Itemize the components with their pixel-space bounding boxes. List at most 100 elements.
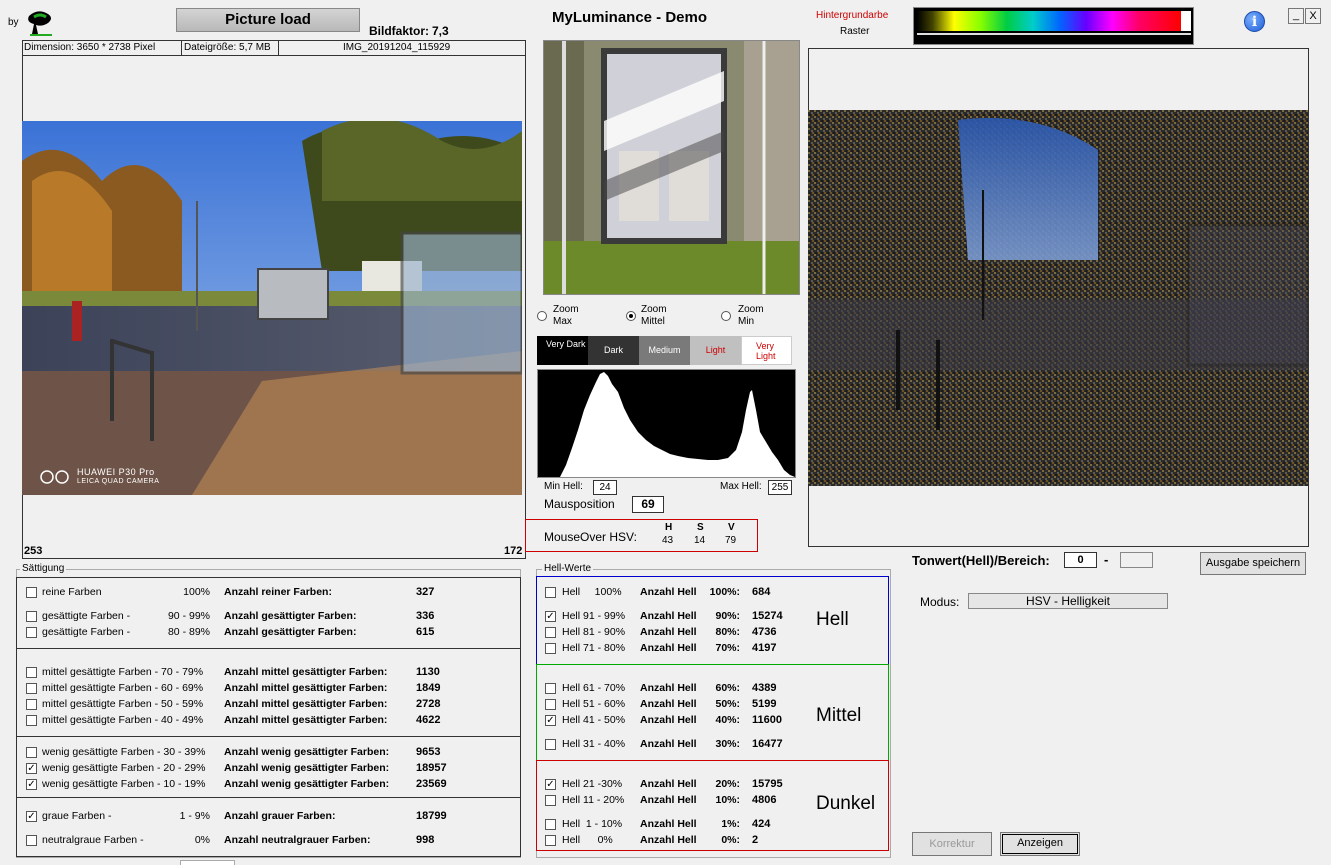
tone-medium[interactable]: Medium (639, 336, 690, 365)
filename-label: IMG_20191204_115929 (343, 42, 451, 53)
tonwert-dash: - (1104, 552, 1109, 567)
saettigung-row-count: 336 (416, 610, 435, 622)
saett-section-4 (16, 797, 521, 857)
status-tab[interactable] (180, 860, 235, 865)
hell-checkbox[interactable] (545, 835, 556, 846)
saettigung-row-count: 327 (416, 586, 435, 598)
saettigung-checkbox[interactable] (26, 627, 37, 638)
saettigung-row-range: 100% (183, 586, 210, 598)
zoom-min-label[interactable]: Zoom Min (738, 304, 778, 328)
ausgabe-speichern-button[interactable]: Ausgabe speichern (1200, 552, 1306, 575)
original-photo[interactable]: HUAWEI P30 Pro LEICA QUAD CAMERA (22, 121, 522, 495)
hell-row-pct: 0%: (721, 834, 740, 846)
saettigung-row-desc: Anzahl gesättigter Farben: (224, 626, 357, 638)
hell-checkbox[interactable]: ✓ (545, 611, 556, 622)
saettigung-checkbox[interactable] (26, 715, 37, 726)
hell-row-pct: 10%: (715, 794, 740, 806)
saettigung-checkbox[interactable] (26, 587, 37, 598)
hell-checkbox[interactable] (545, 819, 556, 830)
hell-row-label: Hell 21 -30% (562, 778, 623, 790)
saettigung-checkbox[interactable] (26, 699, 37, 710)
saettigung-row-label: mittel gesättigte Farben - 50 - 59% (42, 698, 204, 710)
color-gradient[interactable] (917, 11, 1181, 31)
hell-row-count: 4806 (752, 794, 777, 806)
hell-checkbox[interactable]: ✓ (545, 779, 556, 790)
hell-row-desc: Anzahl Hell (640, 778, 697, 790)
tone-very-dark[interactable]: Very Dark (537, 336, 588, 365)
hell-checkbox[interactable] (545, 739, 556, 750)
tonwert-from[interactable]: 0 (1064, 552, 1097, 568)
minimize-button[interactable]: _ (1288, 8, 1304, 24)
saettigung-checkbox[interactable]: ✓ (26, 811, 37, 822)
saettigung-checkbox[interactable] (26, 683, 37, 694)
zoom-mittel-label[interactable]: Zoom Mittel (641, 304, 681, 328)
saettigung-row-desc: Anzahl grauer Farben: (224, 810, 336, 822)
hell-checkbox[interactable] (545, 699, 556, 710)
saettigung-row-count: 4622 (416, 714, 441, 726)
saettigung-checkbox[interactable]: ✓ (26, 779, 37, 790)
min-hell-value[interactable]: 24 (593, 480, 617, 495)
saettigung-row-desc: Anzahl wenig gesättigter Farben: (224, 746, 390, 758)
hell-row-count: 684 (752, 586, 771, 598)
info-icon[interactable]: i (1244, 11, 1265, 32)
tone-very-light[interactable]: Very Light (741, 336, 792, 365)
saettigung-row-count: 18957 (416, 762, 447, 774)
hell-row-count: 15274 (752, 610, 783, 622)
watermark-camera: LEICA QUAD CAMERA (77, 478, 160, 485)
hintergrund-label[interactable]: Hintergrundarbe (816, 10, 888, 21)
saettigung-row-desc: Anzahl mittel gesättigter Farben: (224, 682, 388, 694)
color-white-swatch[interactable] (1181, 11, 1191, 31)
hell-row-label: Hell 100% (562, 586, 622, 598)
hell-checkbox[interactable] (545, 627, 556, 638)
saettigung-row-label: mittel gesättigte Farben - 60 - 69% (42, 682, 204, 694)
hell-row-label: Hell 1 - 10% (562, 818, 623, 830)
max-hell-value[interactable]: 255 (768, 480, 792, 495)
hell-row-pct: 60%: (715, 682, 740, 694)
hell-checkbox[interactable] (545, 683, 556, 694)
zoom-max-radio[interactable] (537, 311, 547, 321)
hell-row-desc: Anzahl Hell (640, 698, 697, 710)
hell-row-desc: Anzahl Hell (640, 626, 697, 638)
saettigung-checkbox[interactable] (26, 667, 37, 678)
v-value: 79 (725, 535, 737, 546)
zoom-preview[interactable] (543, 40, 800, 295)
tone-light[interactable]: Light (690, 336, 741, 365)
saettigung-row-count: 2728 (416, 698, 441, 710)
zoom-mittel-radio-dot (629, 314, 633, 318)
hell-row-count: 15795 (752, 778, 783, 790)
raster-label[interactable]: Raster (840, 26, 869, 37)
picture-load-button[interactable]: Picture load (176, 8, 360, 32)
zoom-max-label[interactable]: Zoom Max (553, 304, 593, 328)
saettigung-checkbox[interactable]: ✓ (26, 763, 37, 774)
close-button[interactable]: X (1305, 8, 1321, 24)
hell-checkbox[interactable] (545, 795, 556, 806)
zoom-min-radio[interactable] (721, 311, 731, 321)
hell-row-desc: Anzahl Hell (640, 682, 697, 694)
anzeigen-button[interactable]: Anzeigen (1000, 832, 1080, 856)
tone-dark[interactable]: Dark (588, 336, 639, 365)
logo-icon (28, 11, 52, 36)
saettigung-row-desc: Anzahl mittel gesättigter Farben: (224, 666, 388, 678)
saettigung-row-count: 998 (416, 834, 435, 846)
hell-row-pct: 1%: (721, 818, 740, 830)
hell-checkbox[interactable]: ✓ (545, 715, 556, 726)
output-photo[interactable] (808, 110, 1308, 486)
saettigung-row-range: 1 - 9% (179, 810, 210, 822)
zoom-mittel-radio[interactable] (626, 311, 636, 321)
saettigung-row-range: 80 - 89% (167, 626, 210, 638)
tonwert-to[interactable] (1120, 552, 1153, 568)
saettigung-checkbox[interactable] (26, 747, 37, 758)
modus-value[interactable]: HSV - Helligkeit (968, 593, 1168, 609)
hell-checkbox[interactable] (545, 643, 556, 654)
saettigung-checkbox[interactable] (26, 611, 37, 622)
saettigung-checkbox[interactable] (26, 835, 37, 846)
histogram[interactable] (537, 369, 796, 478)
color-palette[interactable] (913, 7, 1194, 45)
fileinfo-bar: Dimension: 3650 * 2738 Pixel Dateigröße:… (22, 40, 526, 56)
saettigung-row-label: graue Farben - (42, 810, 112, 822)
saettigung-row-desc: Anzahl gesättigter Farben: (224, 610, 357, 622)
hell-checkbox[interactable] (545, 587, 556, 598)
korrektur-button[interactable]: Korrektur (912, 832, 992, 856)
by-label: by (8, 17, 19, 28)
saettigung-row-label: gesättigte Farben - (42, 626, 131, 638)
